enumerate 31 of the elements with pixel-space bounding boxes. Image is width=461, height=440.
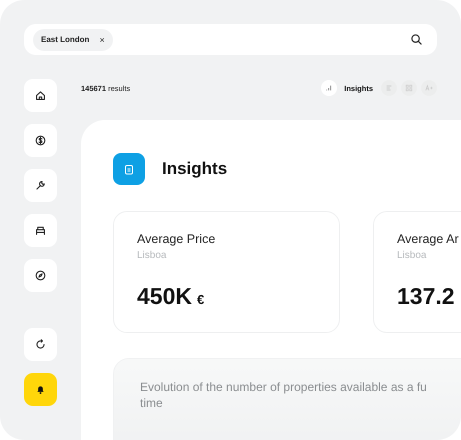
refresh-icon (35, 339, 46, 350)
stat-value: 137.2 (397, 283, 455, 310)
filter-chip[interactable]: East London × (33, 28, 113, 50)
stat-title: Average Ar (397, 232, 460, 246)
list-icon (385, 84, 393, 92)
chip-label: East London (41, 35, 90, 44)
sidebar-button[interactable] (24, 373, 57, 406)
remove-chip-button[interactable]: × (99, 34, 105, 44)
stat-value: 450K (137, 283, 192, 310)
grid-icon (405, 84, 413, 92)
stat-title: Average Price (137, 232, 216, 246)
panel-title: Insights (162, 159, 228, 179)
compass-icon (35, 270, 46, 281)
dollar-icon (35, 135, 46, 146)
chart-description: Evolution of the number of properties available as a fu (140, 379, 428, 395)
chart-description: time (140, 395, 164, 411)
stat-location: Lisboa (137, 250, 168, 261)
wrench-icon (35, 180, 46, 191)
search-icon[interactable] (411, 34, 422, 45)
sidebar-button[interactable] (24, 214, 57, 247)
sidebar-button[interactable] (24, 259, 57, 292)
sidebar-button[interactable] (24, 79, 57, 112)
stat-location: Lisboa (397, 250, 428, 261)
bell-icon (35, 384, 46, 395)
home-icon (35, 90, 46, 101)
clipboard-icon (124, 164, 134, 174)
bed-icon (35, 225, 46, 236)
bar-chart-icon (325, 84, 334, 92)
sidebar-button[interactable] (24, 124, 57, 157)
stat-unit: € (196, 292, 204, 307)
text-size-icon (425, 84, 433, 92)
